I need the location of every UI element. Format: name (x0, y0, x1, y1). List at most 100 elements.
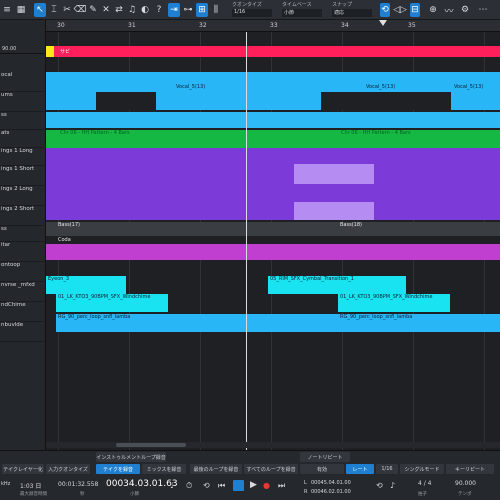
track-name[interactable]: itar (0, 242, 44, 262)
menu-icon[interactable]: ≡ (2, 3, 12, 17)
metronome-icon[interactable]: ♩ (170, 481, 174, 490)
record-button[interactable]: ● (263, 481, 270, 490)
midi-clip-strings[interactable] (46, 148, 500, 220)
scrollbar-thumb[interactable] (116, 443, 186, 447)
zoom-icon[interactable]: ⊕ (428, 3, 438, 17)
track-name[interactable]: nbuvlde (0, 322, 44, 342)
track-name[interactable]: ings 1 Short (0, 166, 44, 186)
audio-clip-percussion[interactable]: RG_90_perc_loop_snfl_lamba (56, 314, 338, 332)
audio-clip-drums[interactable] (46, 112, 500, 128)
pencil-tool-icon[interactable]: ✎ (88, 3, 98, 17)
marker-flag[interactable] (46, 46, 54, 57)
horizontal-scrollbar[interactable] (46, 442, 500, 448)
loop-indicator-icon[interactable]: ⟲ (203, 481, 210, 490)
clip-name: RG_90_perc_loop_snfl_lamba (340, 314, 413, 320)
arrow-tool-icon[interactable]: ↖ (34, 3, 46, 17)
tempo-display[interactable]: 90.000 (455, 480, 476, 487)
audio-clip-vocal[interactable] (451, 92, 500, 110)
timebase-label: タイムベース (282, 2, 312, 8)
arrangement-view[interactable]: サビ Vocal_5(13) Vocal_5(13) Vocal_5(13) C… (46, 32, 500, 450)
quantize-select[interactable]: 1/16 (232, 9, 272, 17)
audio-clip-vocal[interactable] (156, 92, 321, 110)
audio-clip-windchime[interactable]: 01_LK_KTO3_90BPM_SFX_Windchime (338, 294, 450, 312)
stop-button[interactable] (233, 480, 244, 491)
note-repeat-tab[interactable]: ノートリピート (300, 452, 350, 462)
track-name[interactable]: ndChime (0, 302, 44, 322)
record-all-loops-button[interactable]: すべてのループを録音 (244, 464, 298, 474)
autoscroll-icon[interactable]: ⇥ (168, 3, 180, 17)
loop-left-value[interactable]: 00045.04.01.00 (311, 480, 351, 486)
grid-icon[interactable]: ▦ (16, 3, 26, 17)
toolbar: ≡ ▦ ↖ ⌶ ✂ ⌫ ✎ ✕ ⇄ ♫ ◐ ? ⇥ ⊶ ⊞ ⫼ クオンタイズ 1… (0, 0, 500, 20)
track-name[interactable]: ums (0, 92, 44, 112)
clip-name: 05_RIM_SFX_Cymbal_Transition_1 (270, 276, 354, 282)
settings-icon[interactable]: ⚙ (460, 3, 470, 17)
bar-number: 31 (128, 22, 136, 29)
meter-display[interactable]: 4 / 4 (418, 480, 431, 487)
link-icon[interactable]: ⊶ (183, 3, 193, 17)
midi-clip-strings-short[interactable] (294, 202, 374, 220)
split-tool-icon[interactable]: ✂ (62, 3, 72, 17)
range-tool-icon[interactable]: ⌶ (49, 3, 59, 17)
view-icon[interactable]: ⊟ (410, 3, 420, 17)
mute-tool-icon[interactable]: ✕ (101, 3, 111, 17)
audio-clip-percussion[interactable]: RG_90_perc_loop_snfl_lamba (338, 314, 500, 332)
bend-tool-icon[interactable]: ⇄ (114, 3, 124, 17)
track-name[interactable]: ings 2 Long (0, 186, 44, 206)
loop-right-value[interactable]: 00046.02.01.00 (311, 489, 351, 495)
track-name[interactable]: ings 2 Short (0, 206, 44, 226)
forward-icon[interactable]: ⏭ (278, 481, 285, 491)
take-layer-button[interactable]: テイクレイヤー化 (2, 464, 44, 474)
track-name[interactable]: ss (0, 226, 44, 242)
waveform-icon[interactable]: 〰 (444, 3, 454, 17)
repeat-enable-button[interactable]: 有効 (300, 464, 344, 474)
snap-toggle-icon[interactable]: ⊞ (196, 3, 208, 17)
align-icon[interactable]: ⫼ (211, 3, 221, 17)
nudge-icon[interactable]: ◁▷ (393, 3, 407, 17)
eraser-tool-icon[interactable]: ⌫ (74, 3, 87, 17)
instrument-loop-tab[interactable]: インストゥルメントループ録音 (96, 452, 166, 462)
rate-value[interactable]: 1/16 (376, 464, 398, 474)
input-quantize-button[interactable]: 入力クオンタイズ (46, 464, 90, 474)
track-name[interactable]: ontoop (0, 262, 44, 282)
playhead[interactable] (246, 32, 247, 450)
audio-clip-windchime[interactable]: 01_LK_KTO3_90BPM_SFX_Windchime (56, 294, 168, 312)
track-name[interactable]: ats (0, 130, 44, 148)
single-mode-button[interactable]: シングルモード (400, 464, 444, 474)
loop-end-marker[interactable] (379, 20, 387, 26)
record-take-button[interactable]: テイクを録音 (96, 464, 140, 474)
record-mix-button[interactable]: ミックスを録音 (142, 464, 186, 474)
rate-button[interactable]: レート (346, 464, 374, 474)
position-display[interactable]: 00034.03.01.63 (106, 479, 178, 489)
marker-region[interactable]: サビ (46, 46, 500, 57)
paint-tool-icon[interactable]: ◐ (140, 3, 150, 17)
empty-region (96, 92, 156, 110)
audio-clip-sfx[interactable]: 05_RIM_SFX_Cymbal_Transition_1 (268, 276, 406, 294)
audio-clip-sfx[interactable]: Eyeon_3 (46, 276, 126, 294)
audio-clip-vocal[interactable] (46, 92, 96, 110)
track-name[interactable]: ss (0, 112, 44, 130)
marker-track-header[interactable]: 90.00 (0, 32, 44, 54)
play-button[interactable]: ▶ (250, 480, 257, 490)
track-name[interactable]: nvrse _mfxd (0, 282, 44, 302)
snap-select[interactable]: 適応 (332, 9, 372, 17)
midi-clip-guitar[interactable] (46, 244, 500, 260)
audio-clip-bass[interactable]: Bass(17) Bass(18) (46, 222, 500, 236)
loop-icon[interactable]: ⟲ (376, 481, 383, 490)
timeline-ruler[interactable]: 30 31 32 33 34 35 (46, 20, 500, 32)
midi-clip-strings-short[interactable] (294, 164, 374, 184)
audio-clip-vocal[interactable]: Vocal_5(13) Vocal_5(13) Vocal_5(13) (46, 72, 500, 92)
rewind-icon[interactable]: ⏮ (218, 481, 225, 491)
more-icon[interactable]: ⋯ (478, 3, 488, 17)
midi-clip-hats[interactable]: Chr 06 - HH Pattern - 4 Bars Chr 06 - HH… (46, 130, 500, 148)
record-last-loop-button[interactable]: 最後のループを録音 (190, 464, 242, 474)
help-icon[interactable]: ? (155, 3, 163, 17)
key-repeat-button[interactable]: キーリピート (446, 464, 494, 474)
listen-tool-icon[interactable]: ♫ (127, 3, 137, 17)
timing-icon[interactable]: ⏱ (186, 481, 192, 491)
track-name[interactable]: ocal (0, 72, 44, 92)
track-name[interactable]: ings 1 Long (0, 148, 44, 166)
precount-icon[interactable]: ♪ (390, 481, 395, 490)
timebase-select[interactable]: 小節 (282, 9, 322, 17)
loop-icon[interactable]: ⟲ (380, 3, 390, 17)
